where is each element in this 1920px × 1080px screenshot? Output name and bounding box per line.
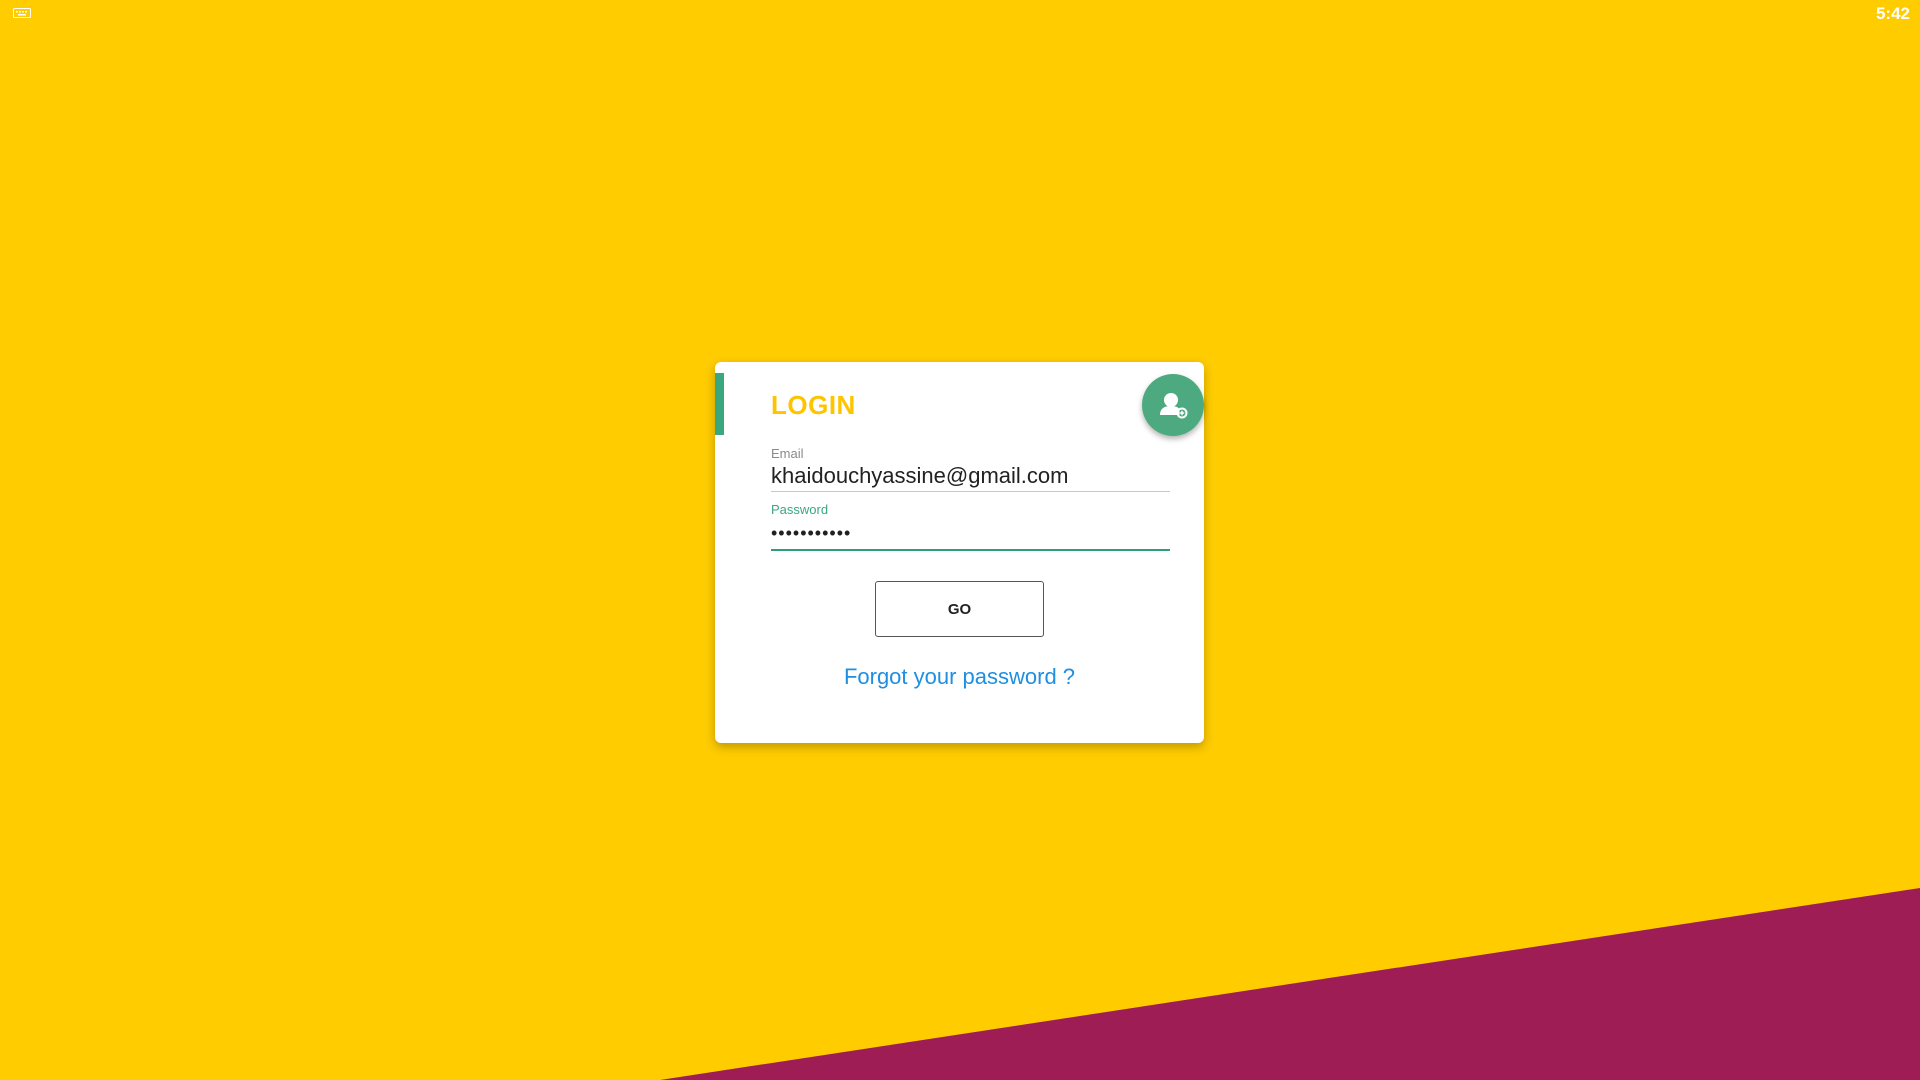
password-label: Password xyxy=(771,502,829,517)
go-button[interactable]: GO xyxy=(875,581,1044,637)
email-input[interactable] xyxy=(771,461,1170,492)
password-input[interactable] xyxy=(771,517,1170,551)
background-wedge xyxy=(660,888,1920,1080)
status-time: 5:42 xyxy=(1875,4,1910,23)
login-screen: 5:42 LOGIN Email Password GO Forgot your… xyxy=(0,0,1920,1080)
forgot-password-link[interactable]: Forgot your password ? xyxy=(715,664,1204,690)
email-field: Email xyxy=(771,446,1170,492)
login-card: LOGIN Email Password GO Forgot your pass… xyxy=(715,362,1204,743)
add-account-button[interactable] xyxy=(1142,374,1204,436)
card-accent-bar xyxy=(715,373,724,435)
password-field: Password xyxy=(771,502,1170,551)
add-account-icon xyxy=(1160,393,1188,419)
status-bar: 5:42 xyxy=(0,0,1920,30)
email-label: Email xyxy=(771,446,804,461)
login-title: LOGIN xyxy=(771,390,856,420)
keyboard-icon xyxy=(13,8,31,18)
